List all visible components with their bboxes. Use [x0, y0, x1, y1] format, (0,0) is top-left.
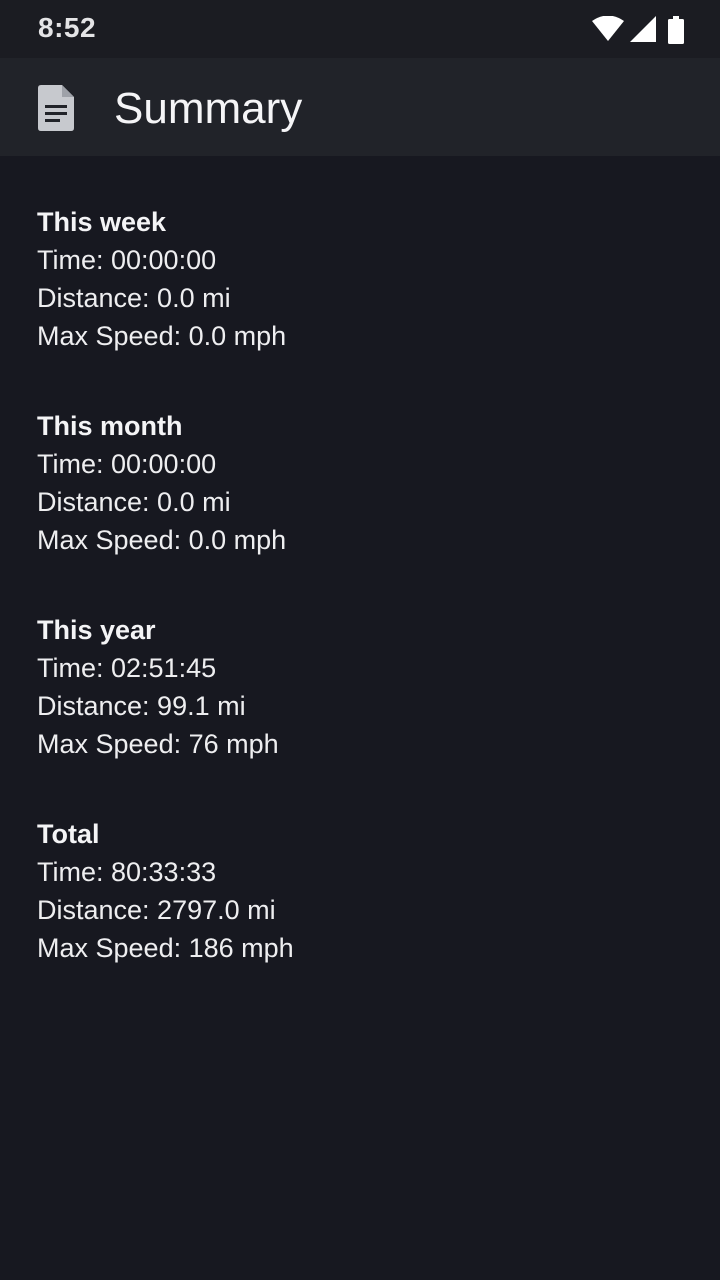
app-bar: Summary — [0, 58, 720, 156]
max-speed-value: Max Speed: 186 mph — [37, 933, 294, 963]
document-icon — [38, 85, 74, 131]
wifi-icon — [592, 16, 624, 41]
summary-section-total: Total Time: 80:33:33 Distance: 2797.0 mi… — [37, 815, 687, 1019]
summary-list: This week Time: 00:00:00 Distance: 0.0 m… — [37, 203, 687, 1019]
summary-section-week: This week Time: 00:00:00 Distance: 0.0 m… — [37, 203, 687, 407]
status-bar: 8:52 — [0, 0, 720, 58]
section-title: This week — [37, 207, 167, 237]
section-title: This year — [37, 615, 156, 645]
summary-section-year: This year Time: 02:51:45 Distance: 99.1 … — [37, 611, 687, 815]
time-value: Time: 00:00:00 — [37, 245, 217, 275]
time-value: Time: 80:33:33 — [37, 857, 217, 887]
distance-value: Distance: 99.1 mi — [37, 691, 246, 721]
distance-value: Distance: 0.0 mi — [37, 487, 231, 517]
status-time: 8:52 — [38, 12, 97, 43]
section-title: Total — [37, 819, 100, 849]
distance-value: Distance: 2797.0 mi — [37, 895, 276, 925]
page-title: Summary — [114, 84, 303, 133]
battery-icon — [668, 16, 684, 44]
max-speed-value: Max Speed: 76 mph — [37, 729, 279, 759]
time-value: Time: 02:51:45 — [37, 653, 217, 683]
summary-section-month: This month Time: 00:00:00 Distance: 0.0 … — [37, 407, 687, 611]
max-speed-value: Max Speed: 0.0 mph — [37, 525, 287, 555]
cellular-signal-icon — [630, 16, 656, 42]
max-speed-value: Max Speed: 0.0 mph — [37, 321, 287, 351]
section-title: This month — [37, 411, 183, 441]
distance-value: Distance: 0.0 mi — [37, 283, 231, 313]
time-value: Time: 00:00:00 — [37, 449, 217, 479]
